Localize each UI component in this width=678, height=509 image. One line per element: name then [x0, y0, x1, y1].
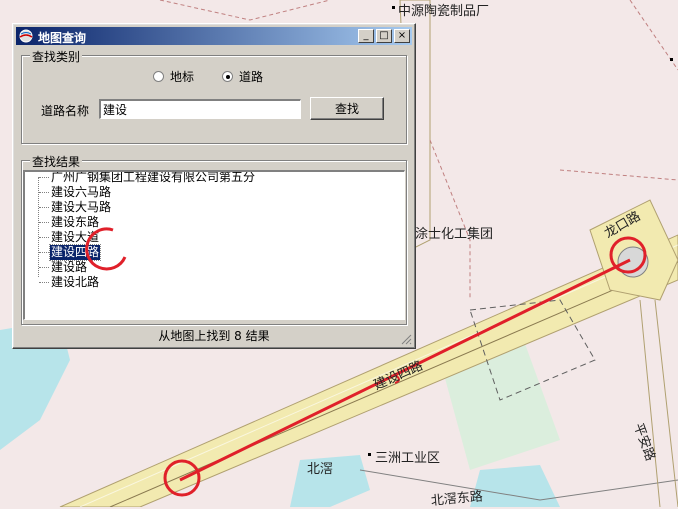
map-label-sanzhou: 三洲工业区	[375, 451, 441, 466]
tree-connector	[39, 282, 49, 283]
globe-icon	[19, 29, 33, 43]
tree-connector	[39, 252, 49, 253]
tree-item[interactable]: 广州广钢集团工程建设有限公司第五分	[50, 172, 256, 185]
radio-road[interactable]	[222, 71, 233, 82]
tree-connector	[39, 177, 49, 178]
results-legend: 查找结果	[30, 153, 83, 170]
radio-selected-dot	[226, 75, 230, 79]
search-type-legend: 查找类别	[30, 48, 83, 65]
map-label-ceramic: 中源陶瓷制品厂	[398, 4, 490, 19]
resize-grip-icon[interactable]	[400, 333, 412, 345]
title-bar[interactable]: 地图查询 _ □ ×	[16, 27, 412, 45]
map-label-beijiao: 北滘	[307, 462, 334, 477]
annotation-circle	[85, 227, 127, 271]
radio-road-label[interactable]: 道路	[239, 68, 263, 85]
dialog-title: 地图查询	[38, 31, 87, 45]
tree-item[interactable]: 建设六马路	[50, 185, 112, 200]
map-query-dialog: 地图查询 _ □ × 查找类别 地标 道路 道路名称 查找 查找结果 广州广钢集…	[12, 23, 416, 349]
radio-landmark-label[interactable]: 地标	[170, 68, 194, 85]
tree-item[interactable]: 建设大马路	[50, 200, 112, 215]
results-tree[interactable]: 广州广钢集团工程建设有限公司第五分 建设六马路 建设大马路 建设东路 建设大道 …	[23, 170, 405, 320]
minimize-button[interactable]: _	[358, 29, 374, 43]
tree-connector	[39, 207, 49, 208]
road-name-label: 道路名称	[41, 104, 90, 118]
radio-landmark[interactable]	[153, 71, 164, 82]
tree-connector	[39, 267, 49, 268]
poi-marker	[368, 453, 371, 456]
tree-item[interactable]: 建设北路	[50, 275, 100, 290]
maximize-button[interactable]: □	[376, 29, 392, 43]
find-button[interactable]: 查找	[310, 97, 384, 120]
tree-connector	[39, 222, 49, 223]
tree-connector	[39, 237, 49, 238]
poi-marker	[392, 6, 395, 9]
status-bar: 从地图上找到 8 结果	[158, 329, 270, 343]
tree-connector	[39, 192, 49, 193]
close-button[interactable]: ×	[394, 29, 410, 43]
poi-marker	[670, 58, 673, 61]
road-name-input[interactable]	[99, 99, 301, 119]
